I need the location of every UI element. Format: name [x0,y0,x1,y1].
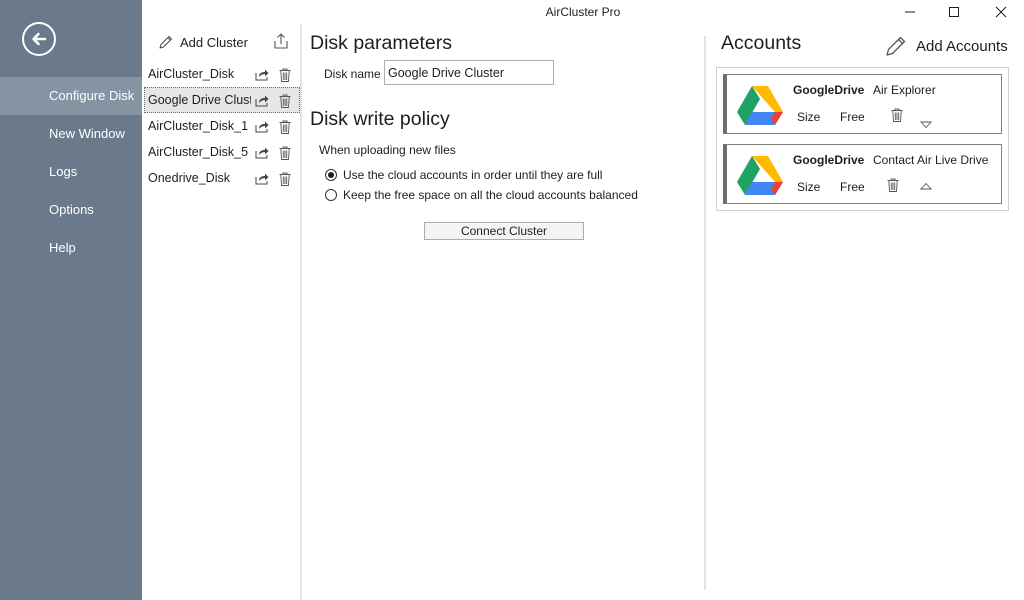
account-size-label: Size [797,180,821,194]
add-accounts-label: Add Accounts [916,37,1008,55]
pencil-icon [159,36,172,49]
delete-account-button[interactable] [887,178,899,197]
account-name: Contact Air Live Drive [873,153,989,167]
account-type: GoogleDrive [793,83,865,97]
left-nav: Configure Disk New Window Logs Options H… [0,0,142,600]
nav-item-help[interactable]: Help [0,229,142,267]
disk-params-title: Disk parameters [310,32,452,54]
delete-button[interactable] [279,120,291,139]
minimize-button[interactable] [898,2,922,22]
chevron-down-icon [919,121,933,129]
account-size-label: Size [797,110,821,124]
share-button[interactable] [255,172,269,190]
radio-balanced-label: Keep the free space on all the cloud acc… [343,188,638,202]
cluster-panel: Add Cluster AirCluster_Disk Google Drive… [142,24,302,600]
trash-icon [279,94,291,108]
cluster-name: AirCluster_Disk [148,67,235,81]
close-icon [995,6,1007,18]
share-icon [255,121,269,133]
radio-balanced-option[interactable]: Keep the free space on all the cloud acc… [325,188,638,202]
move-up-button[interactable] [919,177,933,195]
share-button[interactable] [255,94,269,112]
nav-menu: Configure Disk New Window Logs Options H… [0,77,142,267]
google-drive-icon [737,86,783,125]
share-button[interactable] [255,120,269,138]
write-policy-title: Disk write policy [310,108,450,130]
account-card[interactable]: GoogleDrive Contact Air Live Drive Size … [723,144,1002,204]
account-free-label: Free [840,180,865,194]
upload-policy-label: When uploading new files [319,143,456,157]
share-button[interactable] [255,68,269,86]
account-type: GoogleDrive [793,153,865,167]
radio-balanced[interactable] [325,189,337,201]
cluster-item[interactable]: AirCluster_Disk [144,61,300,87]
delete-button[interactable] [279,68,291,87]
trash-icon [279,146,291,160]
disk-params-panel: Disk parameters Disk name Disk write pol… [304,24,704,600]
share-button[interactable] [255,146,269,164]
radio-order-option[interactable]: Use the cloud accounts in order until th… [325,168,602,182]
accounts-title: Accounts [721,32,802,54]
cluster-name: AirCluster_Disk_5 [148,145,249,159]
account-name: Air Explorer [873,83,936,97]
cluster-item[interactable]: AirCluster_Disk_5 [144,139,300,165]
add-accounts-button[interactable]: Add Accounts [884,34,1008,58]
add-cluster-label: Add Cluster [180,34,248,50]
pencil-icon [886,36,906,56]
trash-icon [279,172,291,186]
trash-icon [279,68,291,82]
panel-divider [704,36,706,590]
nav-item-new-window[interactable]: New Window [0,115,142,153]
radio-order[interactable] [325,169,337,181]
cluster-name: Onedrive_Disk [148,171,230,185]
delete-button[interactable] [279,146,291,165]
connect-cluster-button[interactable]: Connect Cluster [424,222,584,240]
share-icon [255,173,269,185]
minimize-icon [905,11,915,13]
trash-icon [279,120,291,134]
account-free-label: Free [840,110,865,124]
window-title: AirCluster Pro [545,5,621,19]
account-card[interactable]: GoogleDrive Air Explorer Size Free [723,74,1002,134]
share-icon [255,95,269,107]
delete-button[interactable] [279,94,291,113]
chevron-up-icon [919,182,933,190]
cluster-item[interactable]: AirCluster_Disk_1 [144,113,300,139]
add-cluster-button[interactable]: Add Cluster [158,34,248,50]
cluster-item[interactable]: Google Drive Clust [144,87,300,113]
disk-name-label: Disk name [324,67,381,81]
trash-icon [891,108,903,122]
nav-item-logs[interactable]: Logs [0,153,142,191]
radio-order-label: Use the cloud accounts in order until th… [343,168,603,182]
share-icon [255,147,269,159]
arrow-left-icon [32,32,47,46]
accounts-list: GoogleDrive Air Explorer Size Free Googl… [716,67,1009,211]
cluster-name: Google Drive Clust [148,93,251,107]
export-button[interactable] [272,32,290,55]
share-icon [255,69,269,81]
maximize-icon [949,7,959,17]
google-drive-icon [737,156,783,195]
cluster-list: AirCluster_Disk Google Drive Clust AirCl… [144,61,300,191]
nav-item-configure-disk[interactable]: Configure Disk [0,77,142,115]
maximize-button[interactable] [942,2,966,22]
upload-icon [274,33,288,49]
delete-account-button[interactable] [891,108,903,127]
cluster-item[interactable]: Onedrive_Disk [144,165,300,191]
title-bar: AirCluster Pro [142,0,1024,24]
trash-icon [887,178,899,192]
back-button[interactable] [22,22,56,56]
close-button[interactable] [989,2,1013,22]
delete-button[interactable] [279,172,291,191]
move-down-button[interactable] [919,116,933,134]
disk-name-input[interactable] [384,60,554,85]
cluster-name: AirCluster_Disk_1 [148,119,249,133]
nav-item-options[interactable]: Options [0,191,142,229]
